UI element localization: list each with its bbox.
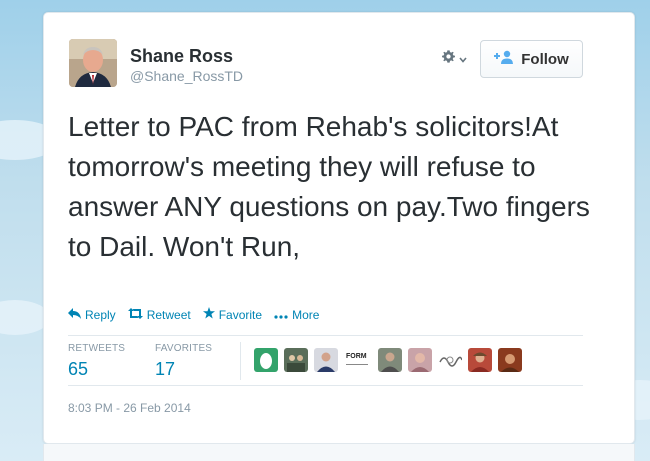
tweet-stats: RETWEETS 65 FAVORITES 17 FORM bbox=[68, 335, 583, 386]
more-label: More bbox=[292, 307, 320, 322]
person-avatar[interactable] bbox=[378, 348, 402, 372]
more-action[interactable]: More bbox=[274, 308, 319, 322]
tweet-timestamp[interactable]: 8:03 PM - 26 Feb 2014 bbox=[68, 401, 191, 415]
reply-icon bbox=[68, 307, 81, 322]
tweet-text: Letter to PAC from Rehab's solicitors!At… bbox=[68, 111, 590, 262]
favorite-label: Favorite bbox=[218, 307, 263, 322]
retweet-icon bbox=[127, 307, 143, 322]
retweet-label: Retweet bbox=[146, 307, 191, 322]
favoriter-avatars: FORM bbox=[254, 348, 522, 372]
egg-avatar[interactable] bbox=[254, 348, 278, 372]
group-avatar[interactable] bbox=[284, 348, 308, 372]
follow-button[interactable]: Follow bbox=[480, 40, 583, 78]
form-architecture-logo[interactable]: FORM bbox=[344, 348, 372, 372]
more-dots-icon bbox=[274, 308, 288, 322]
person-avatar[interactable] bbox=[498, 348, 522, 372]
tweet-actions: Reply Retweet Favorite More bbox=[68, 307, 319, 322]
favorite-action[interactable]: Favorite bbox=[202, 307, 263, 322]
person-avatar[interactable] bbox=[408, 348, 432, 372]
person-avatar[interactable] bbox=[468, 348, 492, 372]
chevron-down-icon bbox=[459, 50, 467, 68]
tweet-card: Shane Ross @Shane_RossTD Follow Letter t… bbox=[43, 12, 635, 444]
gear-icon bbox=[441, 49, 456, 69]
follow-button-label: Follow bbox=[521, 50, 569, 68]
retweet-action[interactable]: Retweet bbox=[127, 307, 191, 322]
logo-avatar[interactable] bbox=[438, 348, 462, 372]
user-display-name[interactable]: Shane Ross bbox=[130, 46, 233, 67]
favorites-label: FAVORITES bbox=[155, 343, 213, 354]
form-logo-text: FORM bbox=[346, 353, 367, 360]
user-avatar[interactable] bbox=[69, 39, 117, 87]
person-avatar[interactable] bbox=[314, 348, 338, 372]
favorites-stat[interactable]: FAVORITES 17 bbox=[155, 343, 212, 380]
favorites-count: 17 bbox=[155, 359, 176, 379]
star-icon bbox=[202, 307, 215, 322]
retweets-label: RETWEETS bbox=[68, 343, 126, 354]
user-actions-dropdown[interactable] bbox=[441, 49, 471, 69]
reply-label: Reply bbox=[85, 307, 116, 322]
user-handle[interactable]: @Shane_RossTD bbox=[130, 68, 243, 84]
retweets-stat[interactable]: RETWEETS 65 bbox=[68, 343, 125, 380]
stats-divider bbox=[240, 342, 241, 380]
retweets-count: 65 bbox=[68, 359, 89, 379]
reply-action[interactable]: Reply bbox=[68, 307, 116, 322]
add-user-icon bbox=[494, 50, 514, 69]
replies-area bbox=[43, 444, 635, 461]
